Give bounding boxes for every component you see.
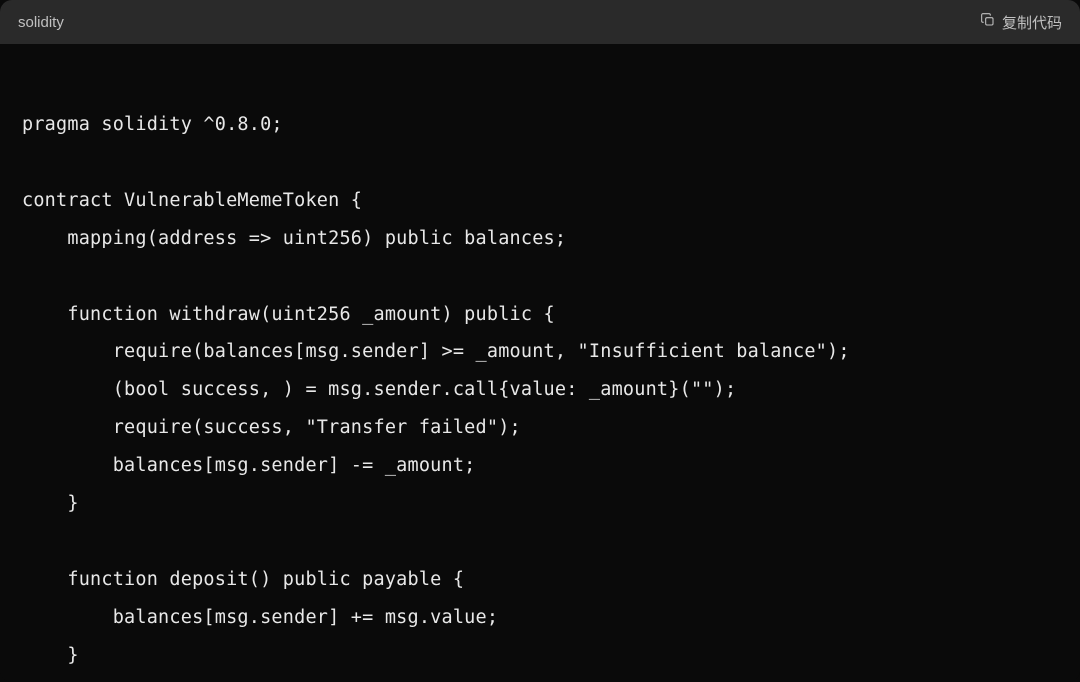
code-body[interactable]: pragma solidity ^0.8.0; contract Vulnera…: [0, 44, 1080, 682]
copy-button-label: 复制代码: [1002, 12, 1062, 33]
code-content: pragma solidity ^0.8.0; contract Vulnera…: [22, 68, 1058, 682]
code-block-container: solidity 复制代码 pragma solidity ^0.8.0; co…: [0, 0, 1080, 682]
copy-code-button[interactable]: 复制代码: [980, 12, 1062, 33]
code-block-header: solidity 复制代码: [0, 0, 1080, 44]
language-label: solidity: [18, 14, 64, 31]
copy-icon: [980, 12, 996, 32]
